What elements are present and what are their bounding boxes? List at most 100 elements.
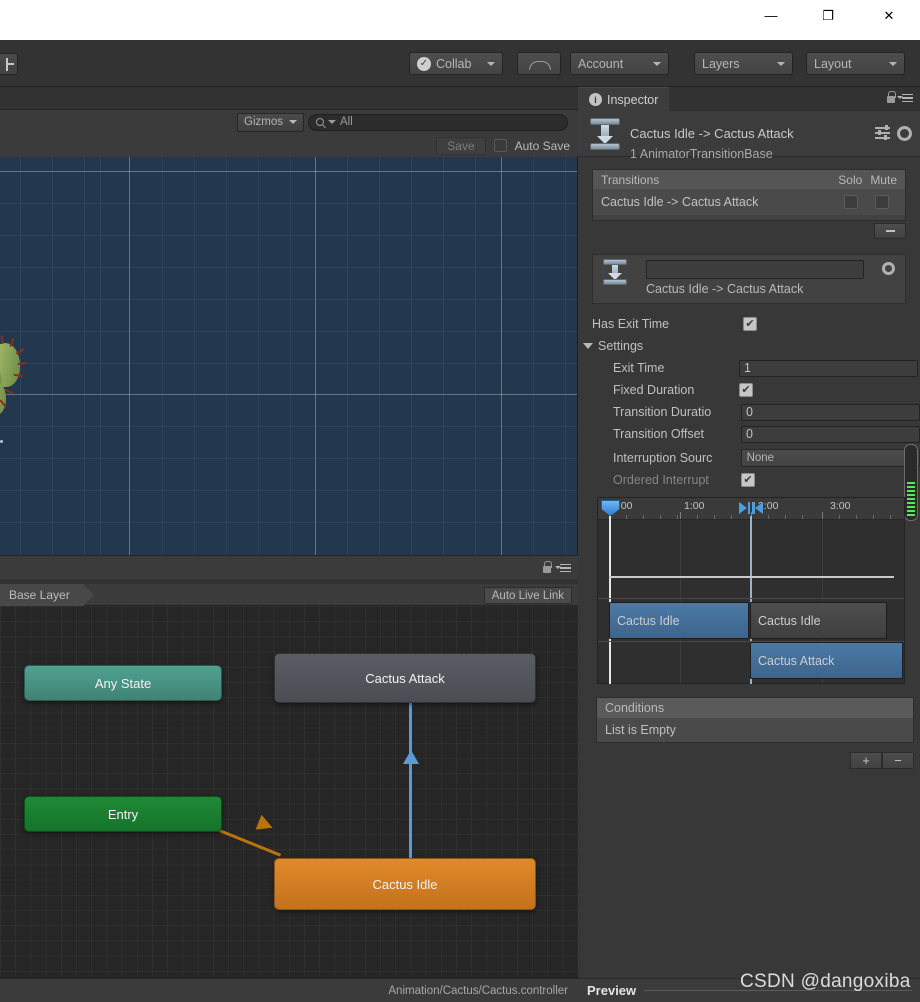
has-exit-time-checkbox[interactable]: ✔	[743, 317, 757, 331]
clip-label: Cactus Attack	[758, 653, 835, 668]
lock-icon[interactable]	[542, 561, 552, 573]
animator-node-entry[interactable]: Entry	[24, 796, 222, 832]
scene-save-row: Save Auto Save	[0, 134, 578, 157]
interruption-source-value: None	[746, 452, 775, 464]
idle-to-attack-edge[interactable]	[409, 703, 412, 861]
collab-check-icon: ✓	[417, 56, 431, 71]
scene-search-input[interactable]: All	[308, 113, 568, 131]
cloud-group	[517, 52, 561, 75]
collab-label: Collab	[436, 56, 472, 71]
transitions-header-label: Transitions	[601, 172, 660, 187]
playhead-handle[interactable]	[601, 500, 620, 516]
window-minimize-button[interactable]: —	[748, 0, 794, 30]
preview-bar[interactable]: Preview	[578, 978, 920, 1002]
timeline-clip-cactus-attack[interactable]: Cactus Attack	[750, 642, 903, 679]
window-maximize-button[interactable]: ❐	[805, 0, 851, 30]
preset-icon[interactable]	[875, 125, 890, 140]
layout-button[interactable]: Layout	[806, 52, 905, 75]
animator-graph-canvas[interactable]: Any State Entry Cactus Attack Cactus Idl…	[0, 606, 578, 975]
hamburger-menu-icon[interactable]	[555, 563, 571, 573]
node-label: Cactus Attack	[365, 670, 445, 686]
conditions-header: Conditions	[597, 698, 913, 718]
save-button[interactable]: Save	[436, 136, 486, 155]
auto-save-checkbox[interactable]	[493, 139, 507, 152]
remove-transition-button[interactable]	[874, 223, 906, 239]
has-exit-time-label: Has Exit Time	[592, 317, 670, 331]
property-transition-offset: Transition Offset 0	[578, 423, 920, 445]
scene-handle-dot	[0, 440, 3, 443]
os-titlebar: — ❐ ✕	[0, 0, 920, 40]
energy-fill	[907, 482, 915, 518]
node-label: Any State	[94, 675, 152, 691]
gear-icon[interactable]	[897, 126, 912, 141]
account-group: Account	[570, 52, 669, 75]
transition-marker-icon[interactable]	[739, 501, 763, 515]
idle-to-attack-arrow-icon	[403, 750, 419, 764]
scene-footer-bar	[0, 555, 578, 579]
preview-label: Preview	[587, 983, 637, 998]
ordered-interruption-checkbox: ✔	[741, 473, 755, 487]
animator-node-cactus-attack[interactable]: Cactus Attack	[274, 653, 536, 703]
account-button[interactable]: Account	[570, 52, 669, 75]
collab-group: ✓ Collab	[409, 52, 503, 75]
chevron-down-icon	[653, 61, 661, 66]
remove-condition-button[interactable]: −	[882, 752, 914, 769]
cloud-button[interactable]	[517, 52, 561, 75]
lock-icon[interactable]	[886, 91, 896, 103]
transition-offset-field[interactable]: 0	[741, 425, 920, 443]
timeline-clip-cactus-idle-ghost[interactable]: Cactus Idle	[750, 602, 887, 639]
add-condition-button[interactable]: +	[850, 752, 882, 769]
node-label: Entry	[107, 806, 139, 822]
breadcrumb[interactable]: Base Layer	[0, 583, 94, 606]
solo-checkbox[interactable]	[844, 195, 858, 209]
window-close-button[interactable]: ✕	[866, 0, 912, 30]
account-label: Account	[578, 56, 624, 71]
gear-icon[interactable]	[882, 262, 895, 275]
animator-node-cactus-idle[interactable]: Cactus Idle	[274, 858, 536, 910]
exit-time-label: Exit Time	[613, 361, 665, 375]
timeline-clip-cactus-idle-source[interactable]: Cactus Idle	[609, 602, 749, 639]
settings-label: Settings	[598, 339, 644, 353]
gizmos-button[interactable]: Gizmos	[237, 112, 304, 132]
clip-label: Cactus Idle	[617, 613, 680, 628]
property-fixed-duration: Fixed Duration ✔	[578, 379, 920, 401]
transition-timeline[interactable]: 0:00 1:00 2:00 3:00 Cactus Idle Cactus I…	[597, 497, 905, 684]
transition-duration-field[interactable]: 0	[741, 403, 920, 421]
transition-blend-line	[609, 576, 894, 578]
cactus-sprite[interactable]	[0, 334, 42, 415]
chevron-down-icon	[289, 120, 297, 124]
animator-status-bar: Animation/Cactus/Cactus.controller	[0, 978, 578, 1002]
layout-label: Layout	[814, 56, 852, 71]
collab-button[interactable]: ✓ Collab	[409, 52, 503, 75]
inspector-header: Cactus Idle -> Cactus Attack 1 AnimatorT…	[578, 111, 920, 161]
exit-time-field[interactable]: 1	[739, 359, 918, 377]
transition-name-card: Cactus Idle -> Cactus Attack	[592, 254, 906, 304]
scene-canvas[interactable]	[0, 157, 578, 555]
hamburger-menu-icon[interactable]	[897, 93, 913, 103]
layers-button[interactable]: Layers	[694, 52, 793, 75]
cloud-icon	[529, 58, 551, 70]
transition-row-label: Cactus Idle -> Cactus Attack	[601, 195, 759, 209]
property-transition-duration: Transition Duratio 0	[578, 401, 920, 423]
search-icon	[316, 118, 324, 126]
auto-live-link-button[interactable]: Auto Live Link	[483, 587, 572, 604]
transition-name-input[interactable]	[646, 260, 864, 279]
animator-node-any-state[interactable]: Any State	[24, 665, 222, 701]
transition-offset-label: Transition Offset	[613, 427, 705, 441]
layers-group: Layers	[694, 52, 793, 75]
property-ordered-interruption: Ordered Interrupt ✔	[578, 469, 920, 491]
auto-save-label: Auto Save	[514, 138, 570, 153]
interruption-source-dropdown[interactable]: None	[740, 449, 920, 467]
settings-foldout[interactable]: Settings	[578, 335, 920, 357]
solo-column-label: Solo	[838, 172, 863, 187]
table-row[interactable]: Cactus Idle -> Cactus Attack	[593, 189, 905, 215]
tab-inspector[interactable]: i Inspector	[578, 87, 670, 111]
layers-label: Layers	[702, 56, 740, 71]
timeline-tick-1: 1:00	[684, 500, 705, 512]
tab-inspector-label: Inspector	[607, 92, 659, 107]
pivot-toggle-button[interactable]	[0, 53, 18, 75]
scene-toolbar-row: Gizmos All	[0, 110, 578, 134]
inspector-tab-row: i Inspector	[578, 87, 920, 111]
fixed-duration-checkbox[interactable]: ✔	[739, 383, 753, 397]
mute-checkbox[interactable]	[875, 195, 889, 209]
